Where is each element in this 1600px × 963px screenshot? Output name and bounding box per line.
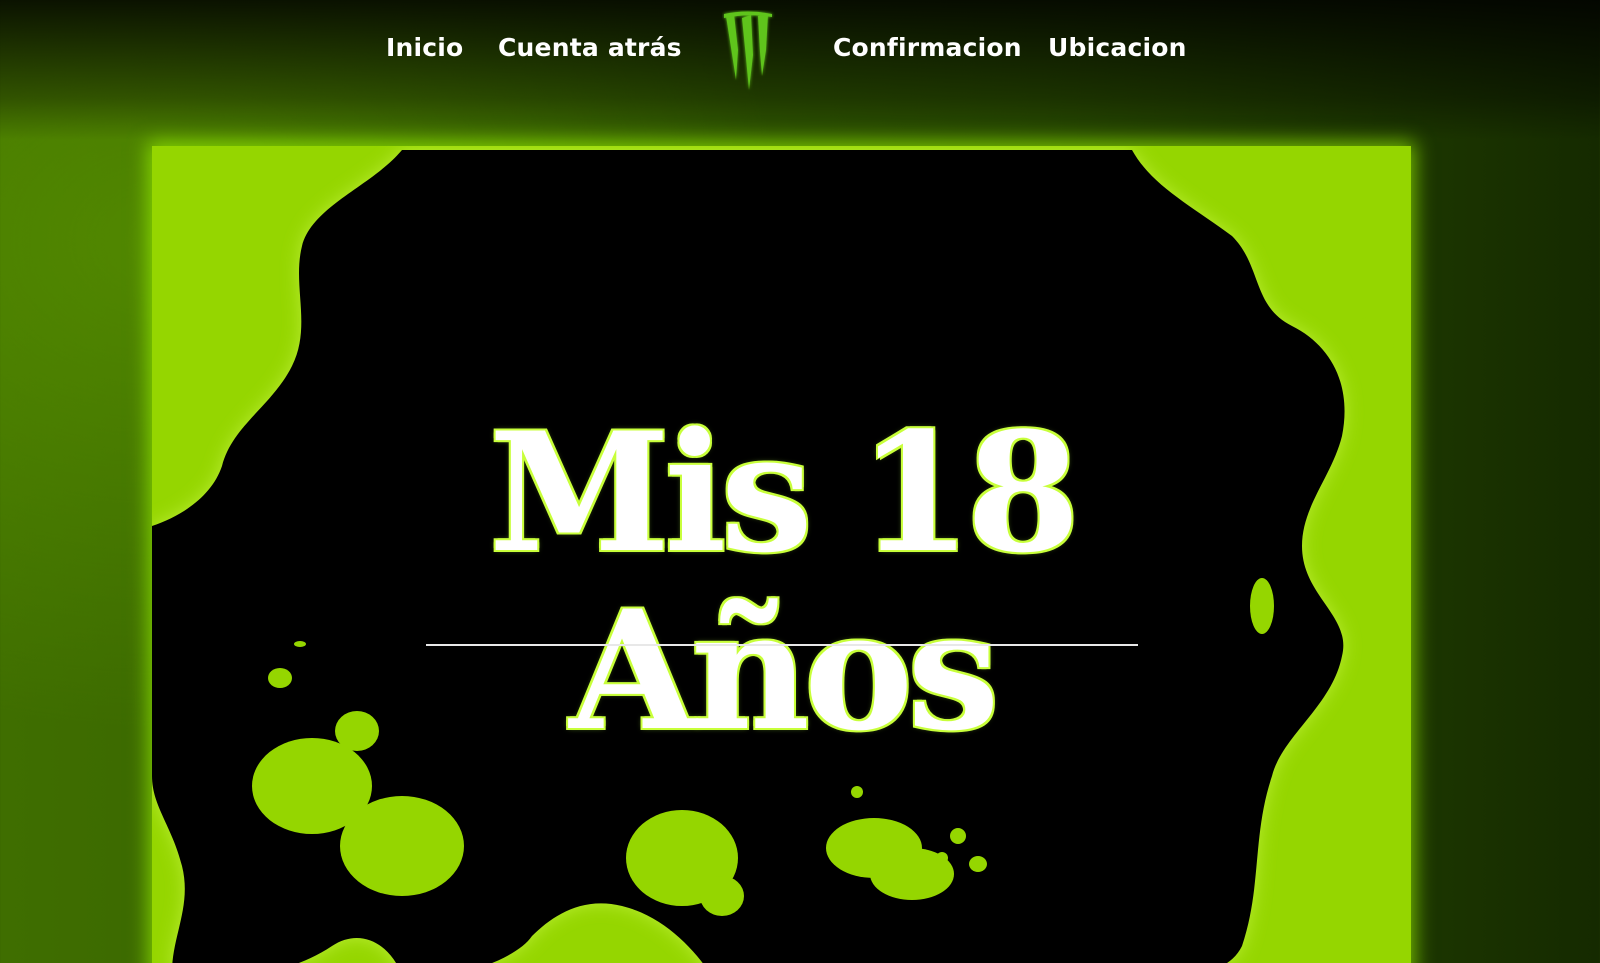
nav-link-inicio[interactable]: Inicio [386, 33, 463, 62]
top-navigation: Inicio Cuenta atrás Confirmacion Ubicaci… [0, 0, 1600, 100]
nav-link-ubicacion[interactable]: Ubicacion [1048, 33, 1187, 62]
hero-title-line-2: Años [569, 574, 999, 767]
title-divider [426, 644, 1138, 646]
nav-link-confirmacion[interactable]: Confirmacion [833, 33, 1022, 62]
hero-title-line-1: Mis 18 [488, 396, 1081, 589]
monster-claw-logo-icon[interactable] [722, 10, 776, 92]
hero-card: Mis 18 Años [152, 146, 1411, 963]
nav-link-cuenta-atras[interactable]: Cuenta atrás [498, 33, 682, 62]
